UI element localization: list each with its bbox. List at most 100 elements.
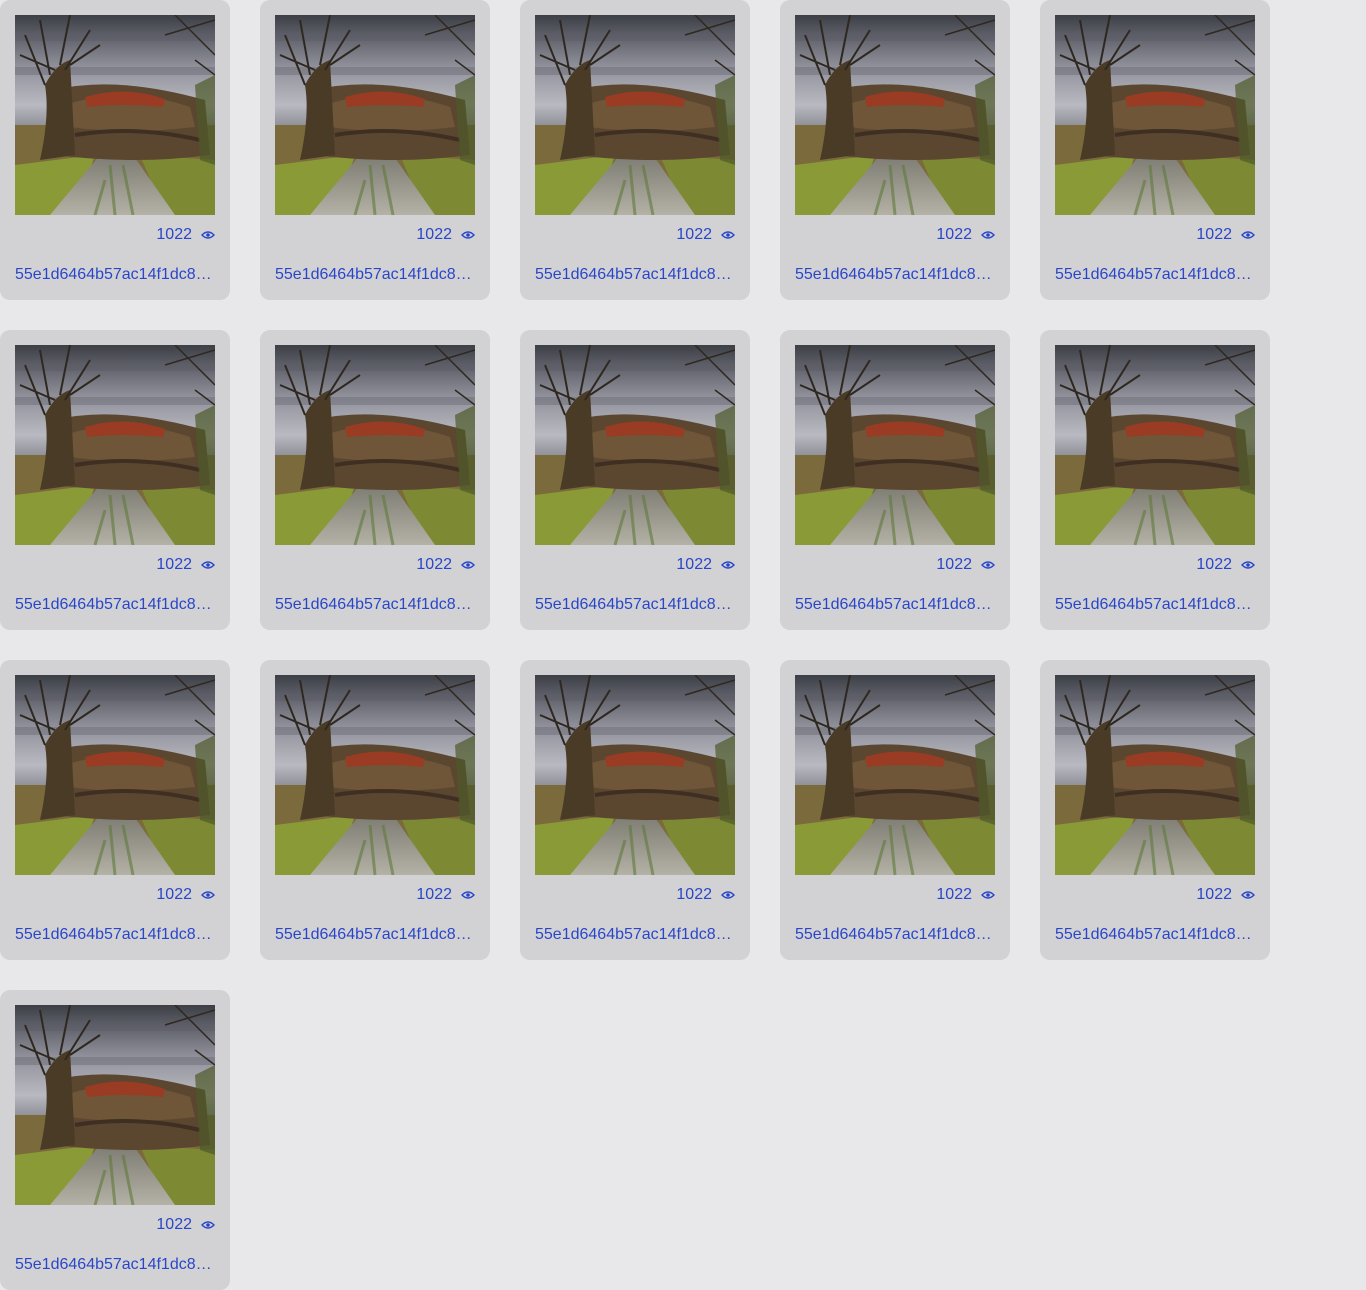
view-count-value: 1022	[936, 226, 972, 243]
image-thumbnail[interactable]	[535, 15, 735, 215]
image-thumbnail[interactable]	[15, 1005, 215, 1205]
image-filename-link[interactable]: 55e1d6464b57ac14f1dc8460962e33791c3ad6e0…	[15, 595, 215, 615]
thumbnail-picture	[1055, 15, 1255, 215]
thumbnail-picture	[15, 1005, 215, 1205]
eye-icon	[461, 230, 475, 240]
image-thumbnail[interactable]	[15, 345, 215, 545]
image-filename-link[interactable]: 55e1d6464b57ac14f1dc8460962e33791c3ad6e0…	[1055, 265, 1255, 285]
image-card[interactable]: 1022 55e1d6464b57ac14f1dc8460962e33791c3…	[520, 660, 750, 960]
image-filename-link[interactable]: 55e1d6464b57ac14f1dc8460962e33791c3ad6e0…	[535, 265, 735, 285]
view-count-value: 1022	[416, 556, 452, 573]
thumbnail-picture	[15, 345, 215, 545]
view-count-value: 1022	[936, 886, 972, 903]
image-filename-link[interactable]: 55e1d6464b57ac14f1dc8460962e33791c3ad6e0…	[275, 265, 475, 285]
eye-icon	[721, 890, 735, 900]
view-count: 1022	[1196, 885, 1255, 905]
image-card[interactable]: 1022 55e1d6464b57ac14f1dc8460962e33791c3…	[780, 330, 1010, 630]
view-count-value: 1022	[676, 886, 712, 903]
image-filename-link[interactable]: 55e1d6464b57ac14f1dc8460962e33791c3ad6e0…	[795, 265, 995, 285]
image-card[interactable]: 1022 55e1d6464b57ac14f1dc8460962e33791c3…	[0, 660, 230, 960]
image-thumbnail[interactable]	[535, 675, 735, 875]
image-card[interactable]: 1022 55e1d6464b57ac14f1dc8460962e33791c3…	[260, 330, 490, 630]
thumbnail-picture	[275, 675, 475, 875]
thumbnail-picture	[535, 15, 735, 215]
thumbnail-picture	[1055, 675, 1255, 875]
eye-icon	[721, 230, 735, 240]
view-count: 1022	[416, 225, 475, 245]
view-count-value: 1022	[156, 886, 192, 903]
image-card[interactable]: 1022 55e1d6464b57ac14f1dc8460962e33791c3…	[1040, 660, 1270, 960]
image-filename-link[interactable]: 55e1d6464b57ac14f1dc8460962e33791c3ad6e0…	[535, 925, 735, 945]
image-thumbnail[interactable]	[795, 675, 995, 875]
eye-icon	[201, 890, 215, 900]
eye-icon	[721, 560, 735, 570]
image-filename-link[interactable]: 55e1d6464b57ac14f1dc8460962e33791c3ad6e0…	[15, 1255, 215, 1275]
image-thumbnail[interactable]	[795, 345, 995, 545]
view-count-value: 1022	[936, 556, 972, 573]
view-count: 1022	[676, 885, 735, 905]
image-filename-link[interactable]: 55e1d6464b57ac14f1dc8460962e33791c3ad6e0…	[275, 595, 475, 615]
eye-icon	[1241, 890, 1255, 900]
image-card[interactable]: 1022 55e1d6464b57ac14f1dc8460962e33791c3…	[520, 0, 750, 300]
view-count-value: 1022	[156, 1216, 192, 1233]
image-thumbnail[interactable]	[15, 675, 215, 875]
image-card[interactable]: 1022 55e1d6464b57ac14f1dc8460962e33791c3…	[0, 330, 230, 630]
image-card[interactable]: 1022 55e1d6464b57ac14f1dc8460962e33791c3…	[780, 0, 1010, 300]
image-card[interactable]: 1022 55e1d6464b57ac14f1dc8460962e33791c3…	[260, 660, 490, 960]
view-count: 1022	[416, 555, 475, 575]
image-thumbnail[interactable]	[275, 345, 475, 545]
view-count: 1022	[156, 1215, 215, 1235]
view-count-value: 1022	[156, 556, 192, 573]
image-card[interactable]: 1022 55e1d6464b57ac14f1dc8460962e33791c3…	[260, 0, 490, 300]
view-count-value: 1022	[676, 556, 712, 573]
eye-icon	[1241, 560, 1255, 570]
image-card[interactable]: 1022 55e1d6464b57ac14f1dc8460962e33791c3…	[780, 660, 1010, 960]
eye-icon	[461, 560, 475, 570]
thumbnail-picture	[795, 675, 995, 875]
view-count-value: 1022	[1196, 226, 1232, 243]
image-thumbnail[interactable]	[1055, 15, 1255, 215]
image-filename-link[interactable]: 55e1d6464b57ac14f1dc8460962e33791c3ad6e0…	[1055, 925, 1255, 945]
view-count-value: 1022	[156, 226, 192, 243]
thumbnail-picture	[795, 15, 995, 215]
image-card[interactable]: 1022 55e1d6464b57ac14f1dc8460962e33791c3…	[1040, 330, 1270, 630]
image-card[interactable]: 1022 55e1d6464b57ac14f1dc8460962e33791c3…	[0, 0, 230, 300]
view-count: 1022	[936, 885, 995, 905]
image-card[interactable]: 1022 55e1d6464b57ac14f1dc8460962e33791c3…	[520, 330, 750, 630]
view-count: 1022	[676, 225, 735, 245]
image-thumbnail[interactable]	[15, 15, 215, 215]
thumbnail-picture	[535, 675, 735, 875]
image-thumbnail[interactable]	[795, 15, 995, 215]
thumbnail-picture	[15, 15, 215, 215]
view-count-value: 1022	[1196, 886, 1232, 903]
eye-icon	[981, 890, 995, 900]
image-filename-link[interactable]: 55e1d6464b57ac14f1dc8460962e33791c3ad6e0…	[15, 265, 215, 285]
image-thumbnail[interactable]	[275, 15, 475, 215]
view-count: 1022	[156, 885, 215, 905]
image-thumbnail[interactable]	[275, 675, 475, 875]
image-filename-link[interactable]: 55e1d6464b57ac14f1dc8460962e33791c3ad6e0…	[15, 925, 215, 945]
image-filename-link[interactable]: 55e1d6464b57ac14f1dc8460962e33791c3ad6e0…	[275, 925, 475, 945]
thumbnail-picture	[535, 345, 735, 545]
image-card[interactable]: 1022 55e1d6464b57ac14f1dc8460962e33791c3…	[0, 990, 230, 1290]
view-count: 1022	[156, 555, 215, 575]
view-count-value: 1022	[416, 226, 452, 243]
eye-icon	[461, 890, 475, 900]
image-filename-link[interactable]: 55e1d6464b57ac14f1dc8460962e33791c3ad6e0…	[1055, 595, 1255, 615]
image-filename-link[interactable]: 55e1d6464b57ac14f1dc8460962e33791c3ad6e0…	[795, 925, 995, 945]
image-thumbnail[interactable]	[1055, 675, 1255, 875]
thumbnail-picture	[15, 675, 215, 875]
eye-icon	[201, 1220, 215, 1230]
view-count: 1022	[156, 225, 215, 245]
view-count-value: 1022	[416, 886, 452, 903]
image-card[interactable]: 1022 55e1d6464b57ac14f1dc8460962e33791c3…	[1040, 0, 1270, 300]
image-gallery: 1022 55e1d6464b57ac14f1dc8460962e33791c3…	[0, 0, 1366, 1290]
view-count: 1022	[416, 885, 475, 905]
eye-icon	[201, 230, 215, 240]
image-thumbnail[interactable]	[1055, 345, 1255, 545]
image-filename-link[interactable]: 55e1d6464b57ac14f1dc8460962e33791c3ad6e0…	[795, 595, 995, 615]
image-thumbnail[interactable]	[535, 345, 735, 545]
eye-icon	[201, 560, 215, 570]
thumbnail-picture	[275, 15, 475, 215]
image-filename-link[interactable]: 55e1d6464b57ac14f1dc8460962e33791c3ad6e0…	[535, 595, 735, 615]
